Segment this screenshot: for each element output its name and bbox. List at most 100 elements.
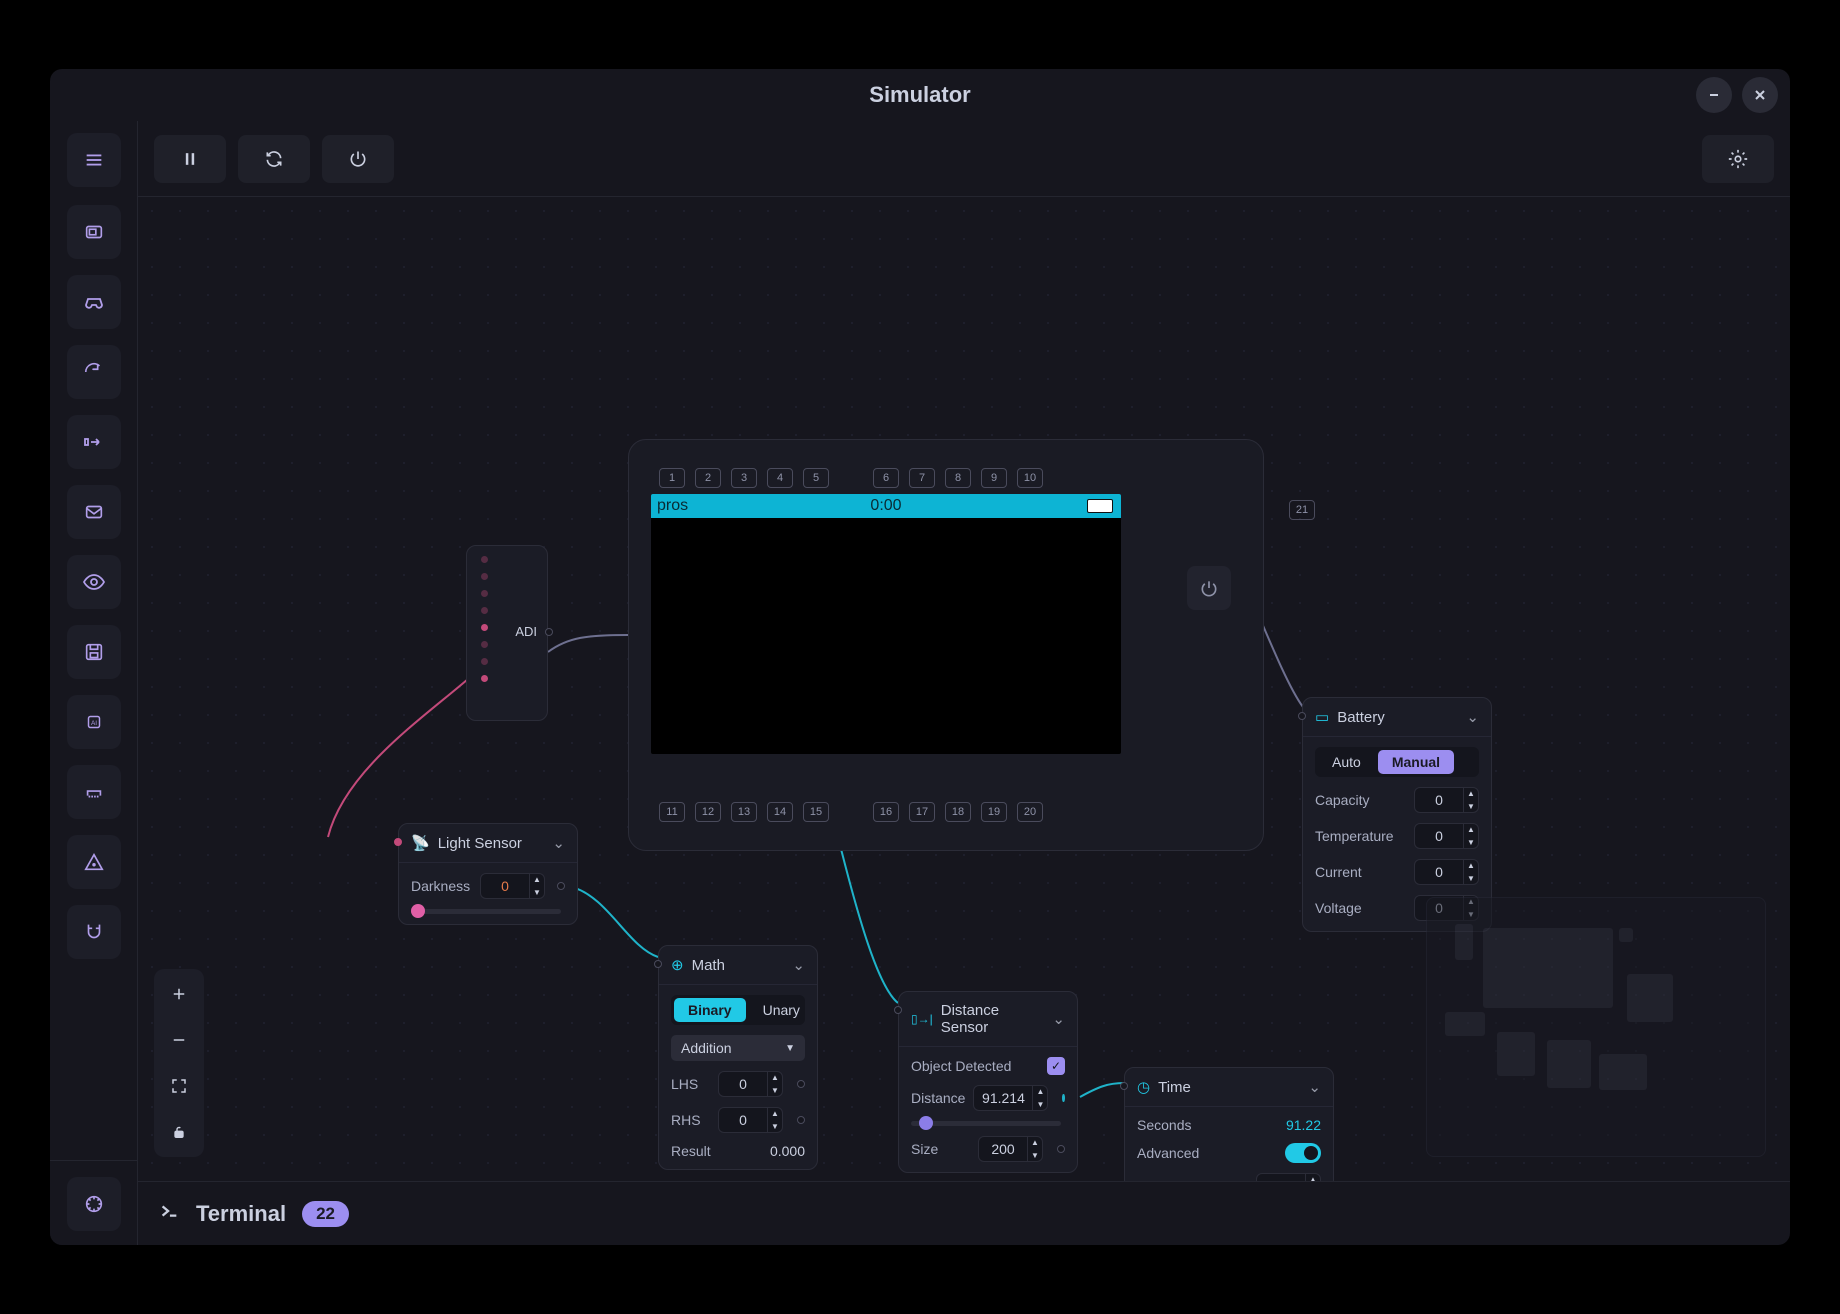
brain-port-14[interactable]: 14 bbox=[767, 802, 793, 822]
magnet-icon[interactable] bbox=[67, 905, 121, 959]
brain-screen[interactable]: pros 0:00 bbox=[651, 494, 1121, 754]
math-operation-select[interactable]: Addition▼ bbox=[671, 1035, 805, 1061]
brain-port-9[interactable]: 9 bbox=[981, 468, 1007, 488]
eye-icon[interactable] bbox=[67, 555, 121, 609]
distance-up[interactable]: ▲ bbox=[1033, 1085, 1047, 1098]
lhs-field[interactable]: 0▲▼ bbox=[718, 1071, 783, 1097]
rate-field[interactable]: 60▲▼ bbox=[1256, 1173, 1321, 1181]
lhs-port[interactable] bbox=[797, 1080, 805, 1088]
size-port[interactable] bbox=[1057, 1145, 1065, 1153]
close-button[interactable] bbox=[1742, 77, 1778, 113]
adi-port-b[interactable] bbox=[481, 573, 488, 580]
rhs-down[interactable]: ▼ bbox=[768, 1120, 782, 1133]
power-button[interactable] bbox=[322, 135, 394, 183]
rate-up[interactable]: ▲ bbox=[1306, 1173, 1320, 1181]
minimap[interactable] bbox=[1426, 897, 1766, 1157]
brain-port-19[interactable]: 19 bbox=[981, 802, 1007, 822]
math-mode-seg[interactable]: Binary Unary bbox=[671, 995, 805, 1025]
brain-port-12[interactable]: 12 bbox=[695, 802, 721, 822]
brain-port-20[interactable]: 20 bbox=[1017, 802, 1043, 822]
distance-input-port[interactable] bbox=[894, 1006, 902, 1014]
adi-port-g[interactable] bbox=[481, 658, 488, 665]
battery-auto-tab[interactable]: Auto bbox=[1318, 750, 1375, 774]
brain-device[interactable]: 1 2 3 4 5 6 7 8 9 10 11 12 bbox=[628, 439, 1264, 851]
network-icon[interactable] bbox=[67, 765, 121, 819]
adi-node[interactable]: ADI bbox=[466, 545, 548, 721]
temperature-down[interactable]: ▼ bbox=[1464, 836, 1478, 849]
brain-port-2[interactable]: 2 bbox=[695, 468, 721, 488]
light-sensor-input-port[interactable] bbox=[394, 838, 402, 846]
brain-port-8[interactable]: 8 bbox=[945, 468, 971, 488]
distance-slider[interactable] bbox=[911, 1121, 1061, 1126]
size-field[interactable]: 200▲▼ bbox=[978, 1136, 1043, 1162]
advanced-toggle[interactable] bbox=[1285, 1143, 1321, 1163]
chevron-down-icon[interactable]: ⌄ bbox=[1466, 708, 1479, 726]
battery-manual-tab[interactable]: Manual bbox=[1378, 750, 1454, 774]
capacity-field[interactable]: 0▲▼ bbox=[1414, 787, 1479, 813]
math-unary-tab[interactable]: Unary bbox=[749, 998, 814, 1022]
loading-icon[interactable] bbox=[67, 1177, 121, 1231]
warning-icon[interactable] bbox=[67, 835, 121, 889]
ai-chip-icon[interactable]: AI bbox=[67, 695, 121, 749]
detected-checkbox[interactable]: ✓ bbox=[1047, 1057, 1065, 1075]
fit-button[interactable] bbox=[158, 1065, 200, 1107]
restart-button[interactable] bbox=[238, 135, 310, 183]
canvas[interactable]: ADI 1 2 3 4 5 6 7 8 9 bbox=[138, 197, 1790, 1181]
current-field[interactable]: 0▲▼ bbox=[1414, 859, 1479, 885]
refresh-icon[interactable] bbox=[67, 345, 121, 399]
zoom-out-button[interactable] bbox=[158, 1019, 200, 1061]
brain-port-7[interactable]: 7 bbox=[909, 468, 935, 488]
brain-port-15[interactable]: 15 bbox=[803, 802, 829, 822]
distance-down[interactable]: ▼ bbox=[1033, 1098, 1047, 1111]
chevron-down-icon[interactable]: ⌄ bbox=[1052, 1010, 1065, 1028]
distance-out-port[interactable] bbox=[1062, 1094, 1065, 1102]
brain-port-13[interactable]: 13 bbox=[731, 802, 757, 822]
chevron-down-icon[interactable]: ⌄ bbox=[552, 834, 565, 852]
adi-output-port[interactable] bbox=[545, 628, 553, 636]
battery-mode-seg[interactable]: Auto Manual bbox=[1315, 747, 1479, 777]
capacity-up[interactable]: ▲ bbox=[1464, 787, 1478, 800]
chevron-down-icon[interactable]: ⌄ bbox=[792, 956, 805, 974]
brain-power-button[interactable] bbox=[1187, 566, 1231, 610]
current-up[interactable]: ▲ bbox=[1464, 859, 1478, 872]
time-input-port[interactable] bbox=[1120, 1082, 1128, 1090]
brain-port-10[interactable]: 10 bbox=[1017, 468, 1043, 488]
brain-port-5[interactable]: 5 bbox=[803, 468, 829, 488]
distance-field[interactable]: 91.214▲▼ bbox=[973, 1085, 1048, 1111]
terminal-bar[interactable]: Terminal 22 bbox=[138, 1181, 1790, 1245]
adi-port-e[interactable] bbox=[481, 624, 488, 631]
lhs-up[interactable]: ▲ bbox=[768, 1071, 782, 1084]
brain-port-4[interactable]: 4 bbox=[767, 468, 793, 488]
math-binary-tab[interactable]: Binary bbox=[674, 998, 746, 1022]
math-input-port[interactable] bbox=[654, 960, 662, 968]
menu-button[interactable] bbox=[67, 133, 121, 187]
battery-input-port[interactable] bbox=[1298, 712, 1306, 720]
capacity-down[interactable]: ▼ bbox=[1464, 800, 1478, 813]
darkness-output-port[interactable] bbox=[557, 882, 565, 890]
brain-port-6[interactable]: 6 bbox=[873, 468, 899, 488]
distance-node[interactable]: ▯→|Distance Sensor⌄ Object Detected✓ Dis… bbox=[898, 991, 1078, 1173]
darkness-slider[interactable] bbox=[411, 909, 561, 914]
lock-button[interactable] bbox=[158, 1111, 200, 1153]
brain-port-18[interactable]: 18 bbox=[945, 802, 971, 822]
adi-port-h[interactable] bbox=[481, 675, 488, 682]
darkness-down[interactable]: ▼ bbox=[530, 886, 544, 899]
distance-icon[interactable] bbox=[67, 415, 121, 469]
brain-port-17[interactable]: 17 bbox=[909, 802, 935, 822]
adi-port-a[interactable] bbox=[481, 556, 488, 563]
size-down[interactable]: ▼ bbox=[1028, 1149, 1042, 1162]
rhs-up[interactable]: ▲ bbox=[768, 1107, 782, 1120]
darkness-up[interactable]: ▲ bbox=[530, 873, 544, 886]
rhs-field[interactable]: 0▲▼ bbox=[718, 1107, 783, 1133]
darkness-field[interactable]: 0▲▼ bbox=[480, 873, 545, 899]
current-down[interactable]: ▼ bbox=[1464, 872, 1478, 885]
adi-port-f[interactable] bbox=[481, 641, 488, 648]
envelope-icon[interactable] bbox=[67, 485, 121, 539]
time-node[interactable]: ◷Time⌄ Seconds91.22 Advanced Update Rate… bbox=[1124, 1067, 1334, 1181]
chevron-down-icon[interactable]: ⌄ bbox=[1308, 1078, 1321, 1096]
adi-port-c[interactable] bbox=[481, 590, 488, 597]
brain-port-1[interactable]: 1 bbox=[659, 468, 685, 488]
pause-button[interactable] bbox=[154, 135, 226, 183]
temperature-field[interactable]: 0▲▼ bbox=[1414, 823, 1479, 849]
controller-icon[interactable] bbox=[67, 275, 121, 329]
